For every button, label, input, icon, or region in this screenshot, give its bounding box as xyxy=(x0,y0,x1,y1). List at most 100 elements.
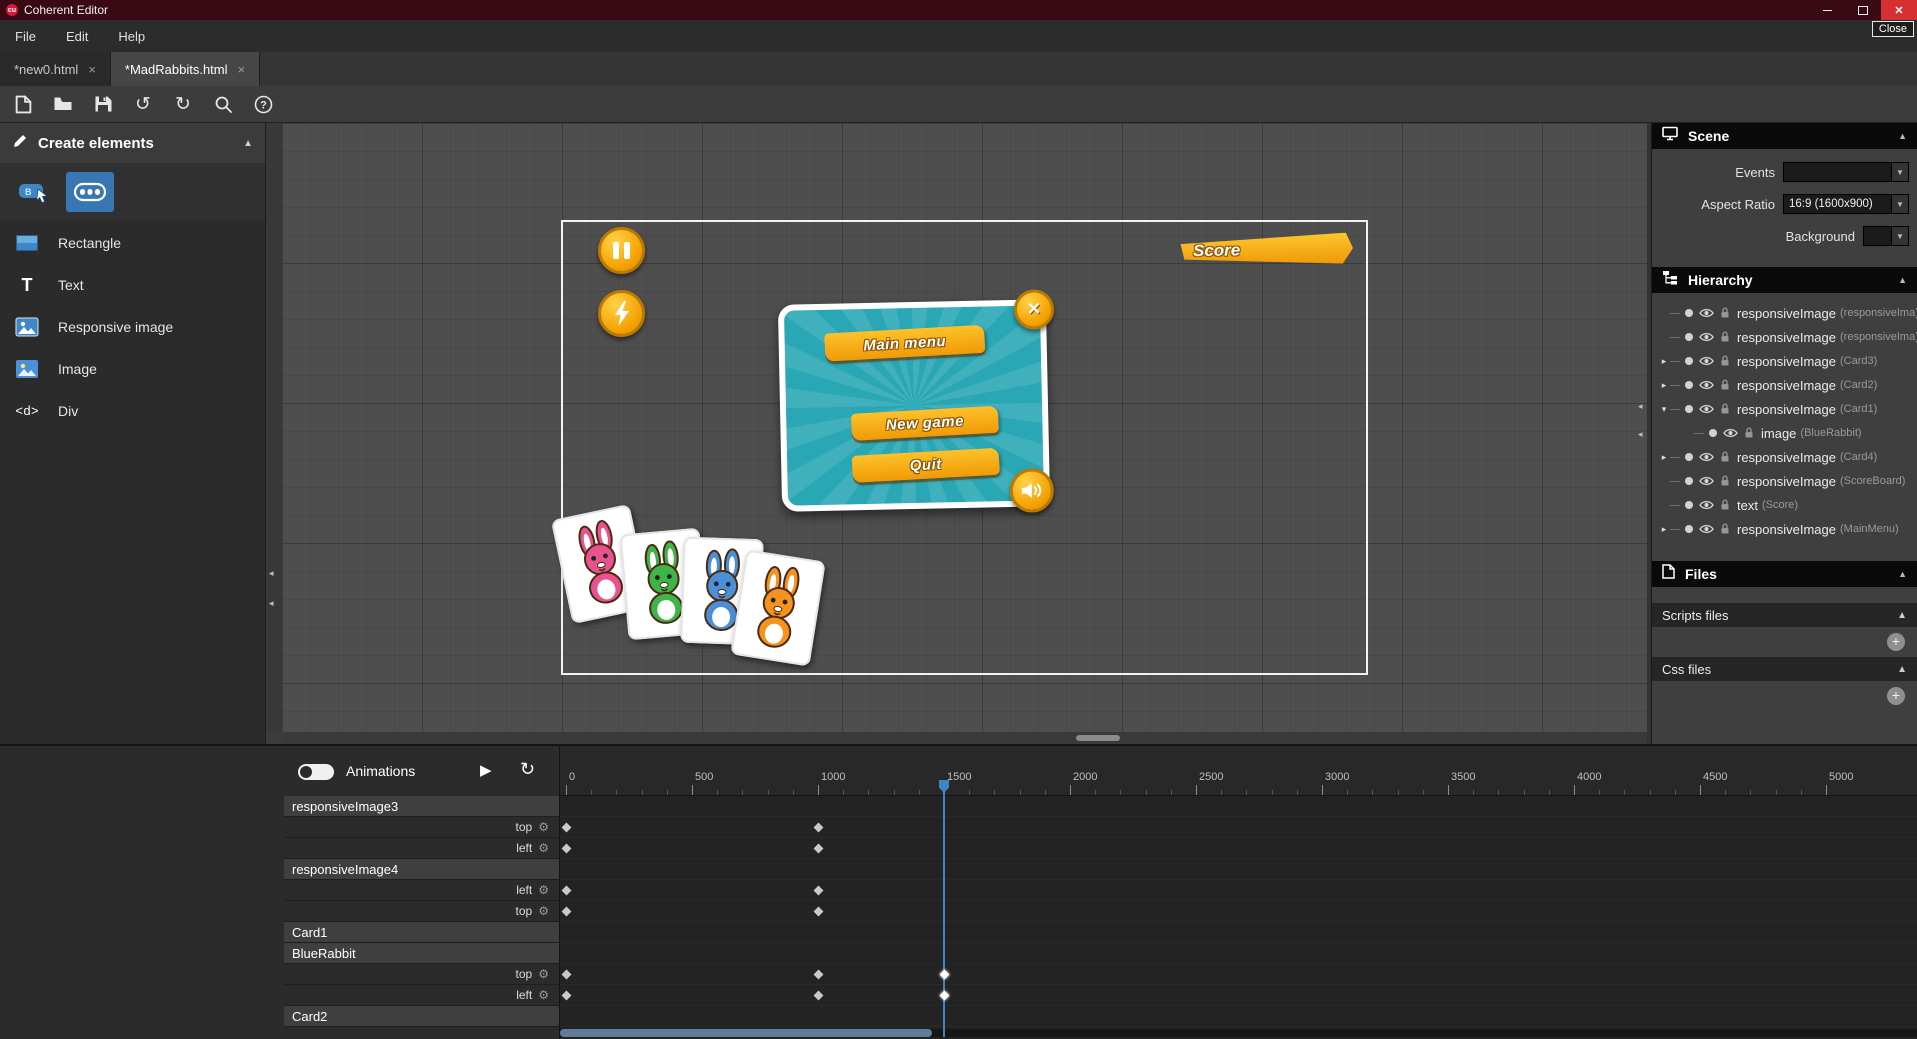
gear-icon[interactable]: ⚙ xyxy=(538,988,549,1002)
track-lane[interactable] xyxy=(560,880,1917,901)
eye-icon[interactable] xyxy=(1699,500,1714,510)
help-button[interactable]: ? xyxy=(246,89,280,119)
keyframe-diamond[interactable] xyxy=(561,970,571,980)
keyframe-diamond[interactable] xyxy=(813,991,823,1001)
scroll-arrow-icon[interactable]: ◂ xyxy=(269,568,274,579)
files-section-scripts-files[interactable]: Scripts files▲ xyxy=(1652,603,1917,627)
scrollbar-handle[interactable] xyxy=(560,1029,932,1037)
lock-icon[interactable] xyxy=(1720,355,1730,367)
tab-madrabbits-html[interactable]: *MadRabbits.html× xyxy=(111,52,260,86)
canvas-left-gutter[interactable]: ◂ ◂ xyxy=(266,123,282,732)
track-lane[interactable] xyxy=(560,943,1917,964)
collapse-arrow-icon[interactable]: ▲ xyxy=(1897,610,1907,621)
create-item-responsive-image[interactable]: Responsive image xyxy=(0,306,265,348)
track-lane[interactable] xyxy=(560,964,1917,985)
loop-button[interactable]: ↻ xyxy=(520,759,535,780)
lock-icon[interactable] xyxy=(1744,427,1754,439)
track-lane[interactable] xyxy=(560,859,1917,880)
new-file-button[interactable] xyxy=(6,89,40,119)
hierarchy-item-responsiveima[interactable]: responsiveImage(responsiveIma) xyxy=(1652,325,1917,349)
minimize-button[interactable] xyxy=(1809,0,1845,20)
gear-icon[interactable]: ⚙ xyxy=(538,841,549,855)
track-lane[interactable] xyxy=(560,838,1917,859)
keyframe-diamond[interactable] xyxy=(561,823,571,833)
select-dot[interactable] xyxy=(1685,357,1693,365)
quit-button-object[interactable]: Quit xyxy=(852,448,1000,483)
lock-icon[interactable] xyxy=(1720,379,1730,391)
track-group-label[interactable]: responsiveImage3 xyxy=(284,796,560,817)
lock-icon[interactable] xyxy=(1720,451,1730,463)
aspect-ratio-dropdown[interactable]: 16:9 (1600x900)▼ xyxy=(1783,194,1909,214)
menu-edit[interactable]: Edit xyxy=(51,20,103,52)
eye-icon[interactable] xyxy=(1699,308,1714,318)
new-game-button-object[interactable]: New game xyxy=(851,406,999,441)
close-button[interactable]: ✕ xyxy=(1881,0,1917,20)
collapse-arrow-icon[interactable]: ▲ xyxy=(1898,569,1907,579)
hierarchy-item-responsiveima[interactable]: responsiveImage(responsiveIma) xyxy=(1652,301,1917,325)
progress-widget-button[interactable] xyxy=(66,172,114,212)
collapse-handle-icon[interactable]: ◂ xyxy=(1638,401,1643,412)
hierarchy-item-score[interactable]: text(Score) xyxy=(1652,493,1917,517)
expander-icon[interactable]: ▸ xyxy=(1658,380,1670,391)
zoom-button[interactable] xyxy=(206,89,240,119)
background-dropdown[interactable]: ▼ xyxy=(1863,226,1909,246)
files-panel-header[interactable]: Files ▲ xyxy=(1652,561,1917,587)
keyframe-diamond[interactable] xyxy=(939,970,949,980)
collapse-handle-icon[interactable]: ◂ xyxy=(1638,429,1643,440)
add-css-files-button[interactable]: + xyxy=(1887,687,1905,705)
canvas[interactable]: ◂ ◂ ◂ ◂ Score ✕ Main menuNew gameQuit xyxy=(266,123,1651,744)
lock-icon[interactable] xyxy=(1720,523,1730,535)
track-property-label[interactable]: top⚙ xyxy=(284,901,560,922)
collapse-arrow-icon[interactable]: ▲ xyxy=(1898,275,1907,285)
expander-icon[interactable]: ▸ xyxy=(1658,524,1670,535)
gear-icon[interactable]: ⚙ xyxy=(538,820,549,834)
select-dot[interactable] xyxy=(1709,429,1717,437)
eye-icon[interactable] xyxy=(1699,452,1714,462)
pause-button-object[interactable] xyxy=(598,227,645,274)
keyframe-diamond[interactable] xyxy=(813,886,823,896)
track-group-label[interactable]: Card1 xyxy=(284,922,560,943)
keyframe-diamond[interactable] xyxy=(813,823,823,833)
menu-help[interactable]: Help xyxy=(103,20,160,52)
scroll-arrow-icon[interactable]: ◂ xyxy=(269,598,274,609)
eye-icon[interactable] xyxy=(1723,428,1738,438)
hierarchy-item-card2[interactable]: ▸responsiveImage(Card2) xyxy=(1652,373,1917,397)
keyframe-diamond[interactable] xyxy=(561,907,571,917)
track-group-label[interactable]: responsiveImage4 xyxy=(284,859,560,880)
track-lane[interactable] xyxy=(560,817,1917,838)
bolt-button-object[interactable] xyxy=(598,290,645,337)
eye-icon[interactable] xyxy=(1699,332,1714,342)
gear-icon[interactable]: ⚙ xyxy=(538,967,549,981)
play-button[interactable]: ▶ xyxy=(480,761,492,779)
keyframe-diamond[interactable] xyxy=(561,991,571,1001)
select-dot[interactable] xyxy=(1685,381,1693,389)
hierarchy-item-mainmenu[interactable]: ▸responsiveImage(MainMenu) xyxy=(1652,517,1917,541)
open-file-button[interactable] xyxy=(46,89,80,119)
scene-panel-header[interactable]: Scene ▲ xyxy=(1652,123,1917,149)
track-property-label[interactable]: left⚙ xyxy=(284,880,560,901)
track-lane[interactable] xyxy=(560,985,1917,1006)
select-dot[interactable] xyxy=(1685,525,1693,533)
lock-icon[interactable] xyxy=(1720,403,1730,415)
keyframe-diamond[interactable] xyxy=(813,970,823,980)
select-dot[interactable] xyxy=(1685,405,1693,413)
track-property-label[interactable]: left⚙ xyxy=(284,985,560,1006)
select-dot[interactable] xyxy=(1685,453,1693,461)
eye-icon[interactable] xyxy=(1699,356,1714,366)
lock-icon[interactable] xyxy=(1720,307,1730,319)
eye-icon[interactable] xyxy=(1699,524,1714,534)
expander-icon[interactable]: ▸ xyxy=(1658,452,1670,463)
create-item-rectangle[interactable]: Rectangle xyxy=(0,222,265,264)
expander-icon[interactable]: ▸ xyxy=(1658,356,1670,367)
files-section-css-files[interactable]: Css files▲ xyxy=(1652,657,1917,681)
keyframe-diamond[interactable] xyxy=(813,844,823,854)
create-item-text[interactable]: TText xyxy=(0,264,265,306)
track-group-label[interactable]: Card2 xyxy=(284,1006,560,1027)
track-lane[interactable] xyxy=(560,922,1917,943)
select-dot[interactable] xyxy=(1685,309,1693,317)
hierarchy-item-card1[interactable]: ▾responsiveImage(Card1) xyxy=(1652,397,1917,421)
track-property-label[interactable]: top⚙ xyxy=(284,964,560,985)
create-item-div[interactable]: <d>Div xyxy=(0,390,265,432)
maximize-button[interactable] xyxy=(1845,0,1881,20)
lock-icon[interactable] xyxy=(1720,331,1730,343)
